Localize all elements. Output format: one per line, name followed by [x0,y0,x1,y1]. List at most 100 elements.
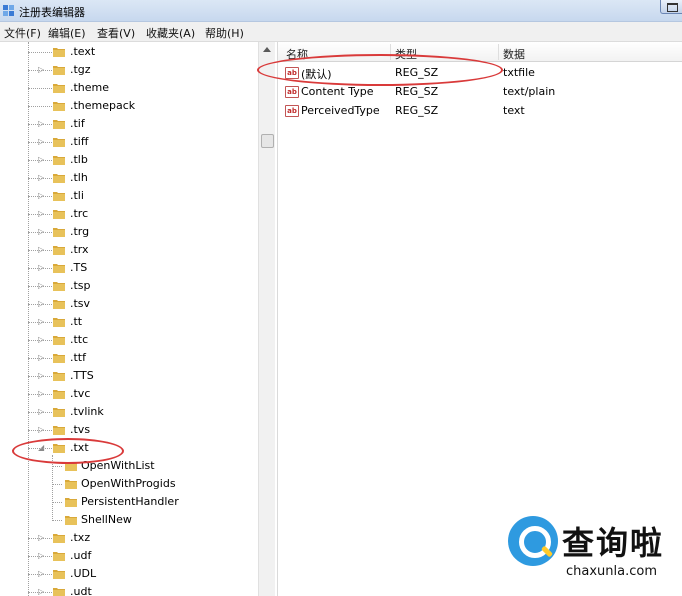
tree-branch-line [28,250,52,251]
tree-item-label: .udt [70,585,92,596]
folder-icon [53,534,65,543]
tree-branch-line [28,70,52,71]
tree-item-label: ShellNew [81,513,132,526]
folder-icon [53,282,65,291]
tree-item-label: .TS [70,261,88,274]
tree-item[interactable]: ▷ .udt [28,583,248,596]
tree-item[interactable]: ▷ .TS [28,259,248,277]
tree-item-label: .tif [70,117,85,130]
folder-icon [53,156,65,165]
watermark-brand: 查询啦 [562,524,665,562]
value-type: REG_SZ [395,104,439,117]
tree-item[interactable]: ▷ .udf [28,547,248,565]
menu-favorites[interactable]: 收藏夹(A) [146,25,195,41]
folder-icon [53,426,65,435]
tree-branch-line [28,286,52,287]
tree-item-label: .udf [70,549,92,562]
search-logo-icon [508,516,558,566]
tree-branch-line [28,178,52,179]
tree-item[interactable]: OpenWithProgids [52,475,258,493]
tree-item-label: .themepack [70,99,136,112]
folder-icon [53,210,65,219]
regedit-app-icon [3,5,14,16]
tree-item[interactable]: ▷ .tt [28,313,248,331]
tree-item-label: .ttf [70,351,86,364]
tree-item-label: .text [70,45,96,58]
watermark-domain: chaxunla.com [566,564,657,579]
annotation-oval-txt-key [12,438,124,464]
scroll-up-arrow-icon[interactable] [263,47,271,52]
tree-item-label: .trx [70,243,89,256]
tree-branch-line [52,484,62,485]
tree-item-label: .tsp [70,279,91,292]
menu-view[interactable]: 查看(V) [97,25,135,41]
tree-item[interactable]: .themepack [28,97,248,115]
tree-item[interactable]: .text [28,43,248,61]
tree-item[interactable]: ▷ .tli [28,187,248,205]
value-name: PerceivedType [301,104,380,117]
watermark: 查询啦 chaxunla.com [504,508,680,590]
menu-help[interactable]: 帮助(H) [205,25,244,41]
tree-item-label: .trg [70,225,90,238]
tree-item[interactable]: ▷ .ttc [28,331,248,349]
tree-item[interactable]: ▷ .tiff [28,133,248,151]
tree-item-label: .tvlink [70,405,104,418]
tree-item[interactable]: PersistentHandler [52,493,258,511]
tree-item[interactable]: ▷ .tvc [28,385,248,403]
tree-item[interactable]: ▷ .trg [28,223,248,241]
tree-item-label: PersistentHandler [81,495,179,508]
tree-scrollbar[interactable] [258,42,275,596]
value-row-content-type[interactable]: ab Content Type REG_SZ text/plain [278,83,682,101]
menu-edit[interactable]: 编辑(E) [48,25,86,41]
tree-item[interactable]: ▷ .tsp [28,277,248,295]
tree-branch-line [28,592,52,593]
tree-item[interactable]: ▷ .tgz [28,61,248,79]
tree-branch-line [28,106,52,107]
tree-branch-line [28,268,52,269]
string-value-icon: ab [285,86,299,98]
subtree-guide-line [52,455,53,521]
tree-item[interactable]: ▷ .ttf [28,349,248,367]
value-data: txtfile [503,66,535,79]
tree-item[interactable]: ▷ .tif [28,115,248,133]
tree-item[interactable]: ▷ .trx [28,241,248,259]
folder-icon [53,336,65,345]
tree-item[interactable]: ▷ .tsv [28,295,248,313]
tree-branch-line [28,160,52,161]
folder-icon [53,300,65,309]
folder-icon [53,174,65,183]
tree-branch-line [28,232,52,233]
tree-item[interactable]: ShellNew [52,511,258,529]
tree-branch-line [28,538,52,539]
tree-branch-line [28,430,52,431]
tree-item[interactable]: ▷ .tlb [28,151,248,169]
value-type: REG_SZ [395,85,439,98]
tree-branch-line [28,142,52,143]
tree-item[interactable]: ▷ .tlh [28,169,248,187]
tree-item[interactable]: ▷ .tvs [28,421,248,439]
tree-item[interactable]: ▷ .TTS [28,367,248,385]
tree-branch-line [28,574,52,575]
folder-icon [53,372,65,381]
tree-branch-line [28,124,52,125]
tree-item-label: .tsv [70,297,91,310]
tree-branch-line [28,556,52,557]
tree-item[interactable]: ▷ .UDL [28,565,248,583]
tree-item-label: .theme [70,81,110,94]
tree-branch-line [28,340,52,341]
folder-icon [53,120,65,129]
maximize-button[interactable] [660,0,682,14]
registry-key-tree[interactable]: .text ▷ .tgz .theme .themepack ▷ .tif ▷ .tiff ▷ .t… [0,42,258,596]
scroll-thumb[interactable] [261,134,274,148]
tree-item[interactable]: ▷ .trc [28,205,248,223]
tree-item[interactable]: ▷ .txz [28,529,248,547]
header-data[interactable]: 数据 [503,46,525,62]
value-row-perceived-type[interactable]: ab PerceivedType REG_SZ text [278,102,682,120]
folder-icon [53,138,65,147]
tree-item[interactable]: .theme [28,79,248,97]
tree-branch-line [28,196,52,197]
tree-item-label: .tvc [70,387,91,400]
menu-file[interactable]: 文件(F) [4,25,41,41]
header-divider[interactable] [498,44,499,60]
tree-item[interactable]: ▷ .tvlink [28,403,248,421]
